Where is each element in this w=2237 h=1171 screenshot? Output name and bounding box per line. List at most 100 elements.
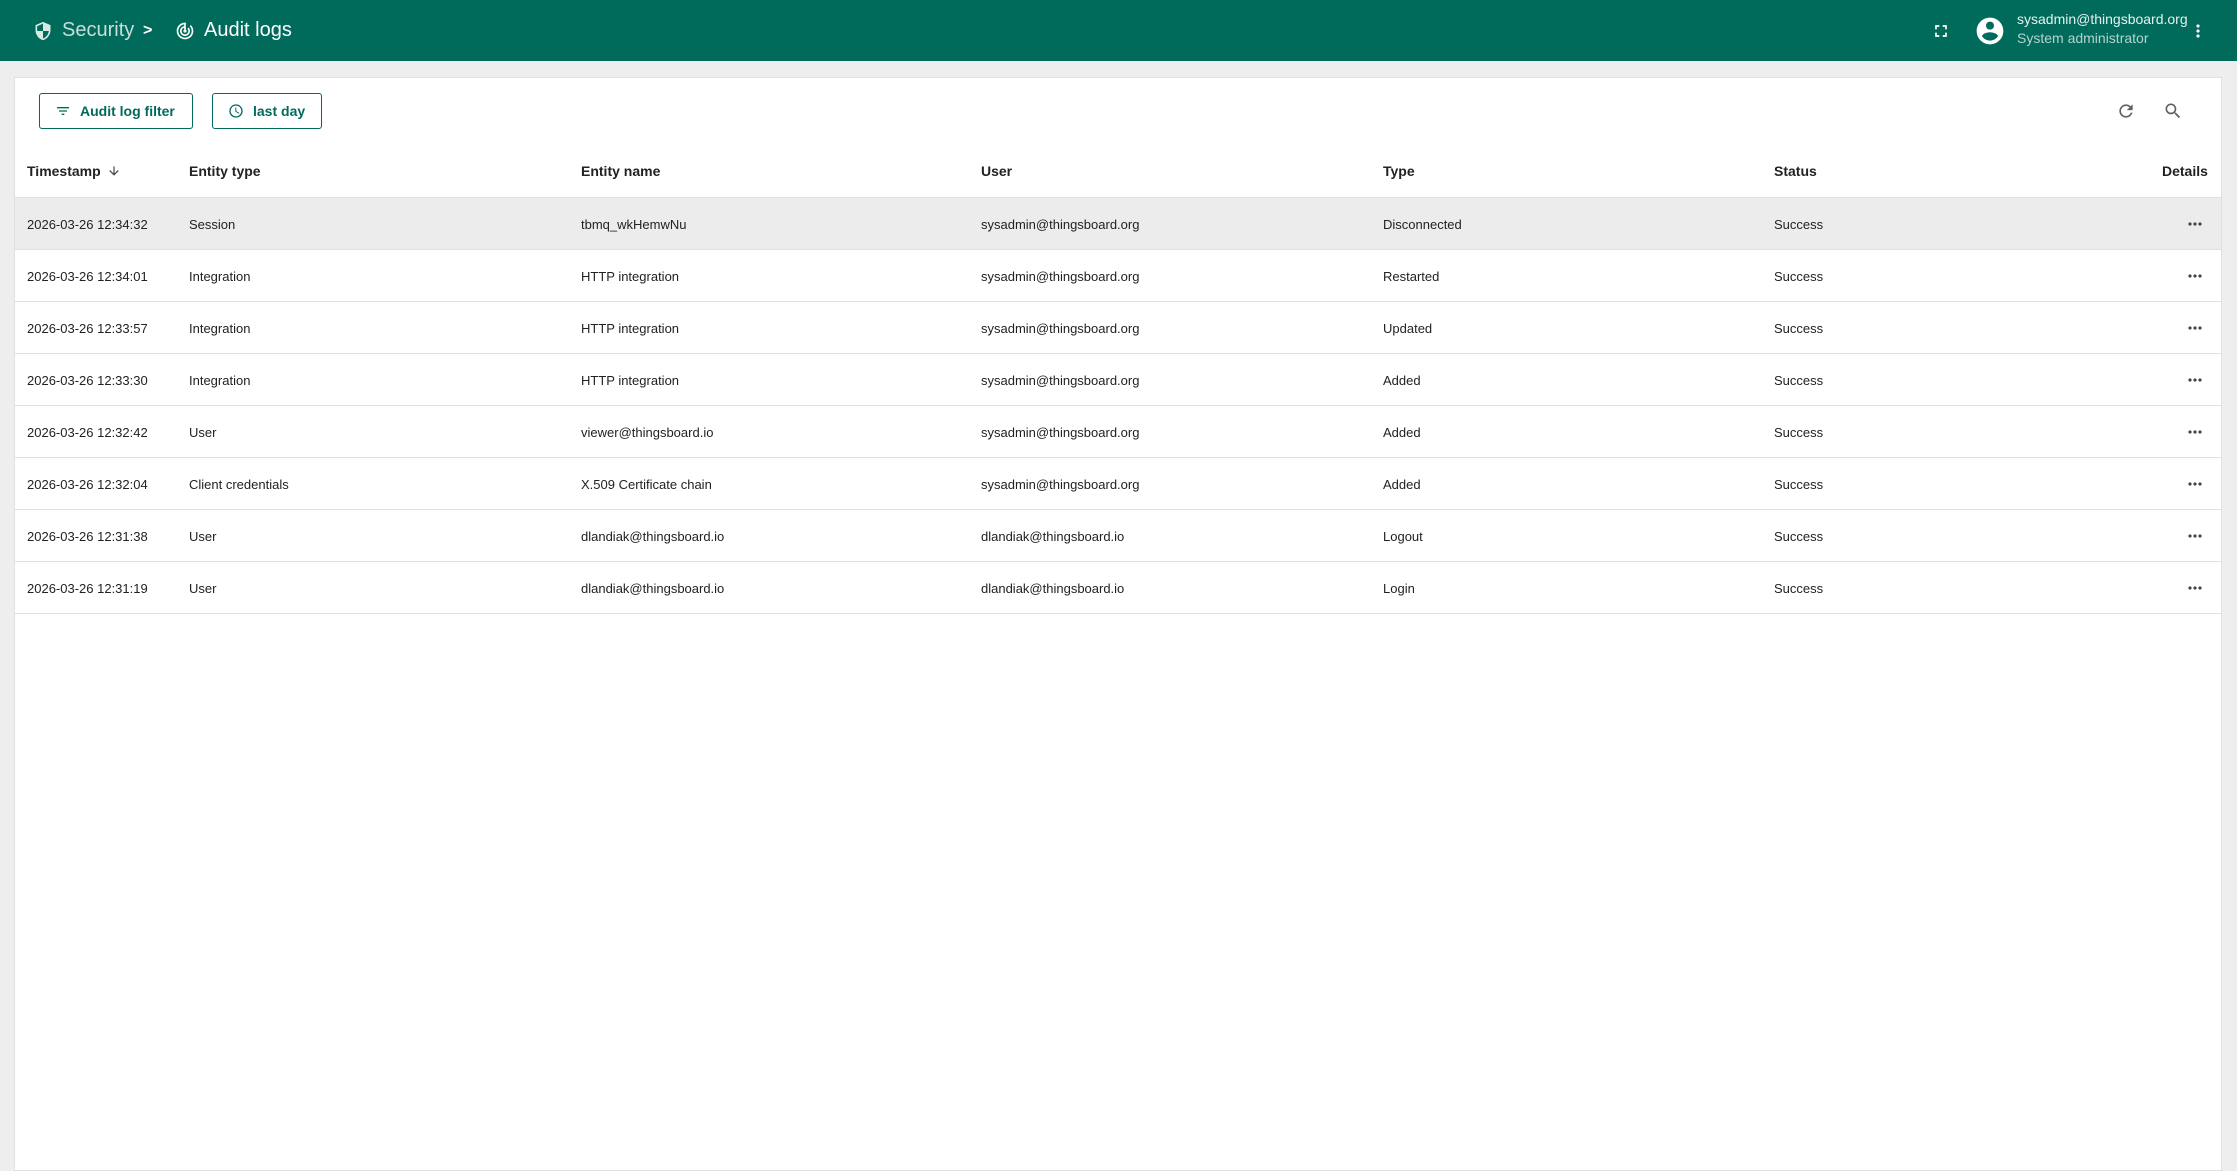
- more-horiz-icon: [2188, 222, 2202, 226]
- more-horiz-icon: [2188, 482, 2202, 486]
- cell-type: Logout: [1383, 528, 1423, 544]
- more-horiz-icon: [2188, 274, 2202, 278]
- time-window-label: last day: [253, 103, 306, 119]
- search-icon: [2165, 103, 2181, 119]
- details-button[interactable]: [2179, 572, 2211, 604]
- cell-entity-name: tbmq_wkHemwNu: [581, 216, 687, 232]
- cell-status: Success: [1774, 372, 1824, 388]
- user-email: sysadmin@thingsboard.org: [2017, 11, 2188, 27]
- cell-user: sysadmin@thingsboard.org: [981, 424, 1140, 440]
- more-horiz-icon: [2188, 378, 2202, 382]
- cell-entity-type: User: [189, 424, 217, 440]
- breadcrumb-parent-label: Security: [62, 19, 135, 41]
- cell-timestamp: 2026-03-26 12:34:01: [27, 268, 148, 284]
- cell-entity-type: Client credentials: [189, 476, 289, 492]
- cell-user: sysadmin@thingsboard.org: [981, 372, 1140, 388]
- table-row[interactable]: 2026-03-26 12:33:30 Integration HTTP int…: [15, 354, 2221, 406]
- user-menu-button[interactable]: [2182, 0, 2214, 61]
- audit-logs-card: Audit log filter last day Timestamp Enti…: [14, 77, 2222, 1171]
- cell-entity-type: User: [189, 528, 217, 544]
- refresh-icon: [2119, 104, 2133, 118]
- column-header-timestamp[interactable]: Timestamp: [27, 143, 121, 198]
- cell-type: Added: [1383, 424, 1421, 440]
- fullscreen-icon: [1935, 24, 1947, 37]
- audit-log-filter-button[interactable]: Audit log filter: [39, 93, 193, 129]
- user-avatar-button[interactable]: [1973, 0, 2007, 61]
- cell-entity-name: viewer@thingsboard.io: [581, 424, 714, 440]
- table-row[interactable]: 2026-03-26 12:31:38 User dlandiak@things…: [15, 510, 2221, 562]
- cell-status: Success: [1774, 528, 1824, 544]
- details-button[interactable]: [2179, 208, 2211, 240]
- details-button[interactable]: [2179, 312, 2211, 344]
- cell-type: Login: [1383, 580, 1415, 596]
- cell-user: sysadmin@thingsboard.org: [981, 476, 1140, 492]
- clock-icon: [227, 102, 245, 120]
- cell-entity-name: HTTP integration: [581, 268, 680, 284]
- cell-entity-type: Integration: [189, 372, 251, 388]
- table-row[interactable]: 2026-03-26 12:32:04 Client credentials X…: [15, 458, 2221, 510]
- cell-entity-name: X.509 Certificate chain: [581, 476, 712, 492]
- cell-status: Success: [1774, 476, 1824, 492]
- table-header: Timestamp Entity type Entity name User T…: [15, 143, 2221, 198]
- cell-status: Success: [1774, 424, 1824, 440]
- cell-timestamp: 2026-03-26 12:33:57: [27, 320, 148, 336]
- details-button[interactable]: [2179, 416, 2211, 448]
- breadcrumb-separator: >: [143, 21, 153, 39]
- cell-entity-name: HTTP integration: [581, 320, 680, 336]
- table-row[interactable]: 2026-03-26 12:34:01 Integration HTTP int…: [15, 250, 2221, 302]
- breadcrumb-current-label: Audit logs: [204, 19, 292, 41]
- shield-icon: [32, 20, 54, 42]
- audit-log-filter-label: Audit log filter: [80, 103, 175, 119]
- cell-entity-type: Integration: [189, 268, 251, 284]
- cell-entity-type: Session: [189, 216, 236, 232]
- cell-timestamp: 2026-03-26 12:34:32: [27, 216, 148, 232]
- account-circle-icon: [1976, 17, 2004, 44]
- refresh-button[interactable]: [2110, 95, 2142, 127]
- details-button[interactable]: [2179, 468, 2211, 500]
- cell-user: dlandiak@thingsboard.io: [981, 580, 1125, 596]
- user-info[interactable]: sysadmin@thingsboard.org System administ…: [2017, 10, 2188, 48]
- cell-user: dlandiak@thingsboard.io: [981, 528, 1125, 544]
- cell-entity-type: Integration: [189, 320, 251, 336]
- cell-user: sysadmin@thingsboard.org: [981, 320, 1140, 336]
- cell-user: sysadmin@thingsboard.org: [981, 268, 1140, 284]
- cell-timestamp: 2026-03-26 12:32:42: [27, 424, 148, 440]
- user-role: System administrator: [2017, 30, 2149, 46]
- breadcrumb-audit-logs: Audit logs: [174, 0, 292, 61]
- table-row[interactable]: 2026-03-26 12:33:57 Integration HTTP int…: [15, 302, 2221, 354]
- cell-type: Added: [1383, 476, 1421, 492]
- details-button[interactable]: [2179, 364, 2211, 396]
- more-horiz-icon: [2188, 586, 2202, 590]
- breadcrumb-security[interactable]: Security: [32, 0, 134, 61]
- fullscreen-button[interactable]: [1925, 0, 1957, 61]
- table-row[interactable]: 2026-03-26 12:32:42 User viewer@thingsbo…: [15, 406, 2221, 458]
- search-button[interactable]: [2157, 95, 2189, 127]
- timestamp-header-label: Timestamp: [27, 162, 101, 179]
- more-horiz-icon: [2188, 534, 2202, 538]
- column-header-user[interactable]: User: [981, 143, 1012, 198]
- column-header-type[interactable]: Type: [1383, 143, 1415, 198]
- details-button[interactable]: [2179, 260, 2211, 292]
- cell-status: Success: [1774, 580, 1824, 596]
- table-row[interactable]: 2026-03-26 12:34:32 Session tbmq_wkHemwN…: [15, 198, 2221, 250]
- cell-entity-name: HTTP integration: [581, 372, 680, 388]
- cell-entity-name: dlandiak@thingsboard.io: [581, 580, 725, 596]
- cell-status: Success: [1774, 320, 1824, 336]
- arrow-downward-icon: [107, 164, 121, 178]
- column-header-entity-name[interactable]: Entity name: [581, 143, 660, 198]
- column-header-entity-type[interactable]: Entity type: [189, 143, 261, 198]
- cell-timestamp: 2026-03-26 12:32:04: [27, 476, 148, 492]
- cell-timestamp: 2026-03-26 12:31:38: [27, 528, 148, 544]
- filter-list-icon: [54, 102, 72, 120]
- details-button[interactable]: [2179, 520, 2211, 552]
- time-window-button[interactable]: last day: [212, 93, 322, 129]
- cell-status: Success: [1774, 216, 1824, 232]
- cell-entity-type: User: [189, 580, 217, 596]
- more-vert-icon: [2196, 23, 2200, 38]
- cell-type: Updated: [1383, 320, 1433, 336]
- column-header-status[interactable]: Status: [1774, 143, 1817, 198]
- table-row[interactable]: 2026-03-26 12:31:19 User dlandiak@things…: [15, 562, 2221, 614]
- cell-timestamp: 2026-03-26 12:33:30: [27, 372, 148, 388]
- cell-type: Added: [1383, 372, 1421, 388]
- table-body: 2026-03-26 12:34:32 Session tbmq_wkHemwN…: [15, 198, 2221, 614]
